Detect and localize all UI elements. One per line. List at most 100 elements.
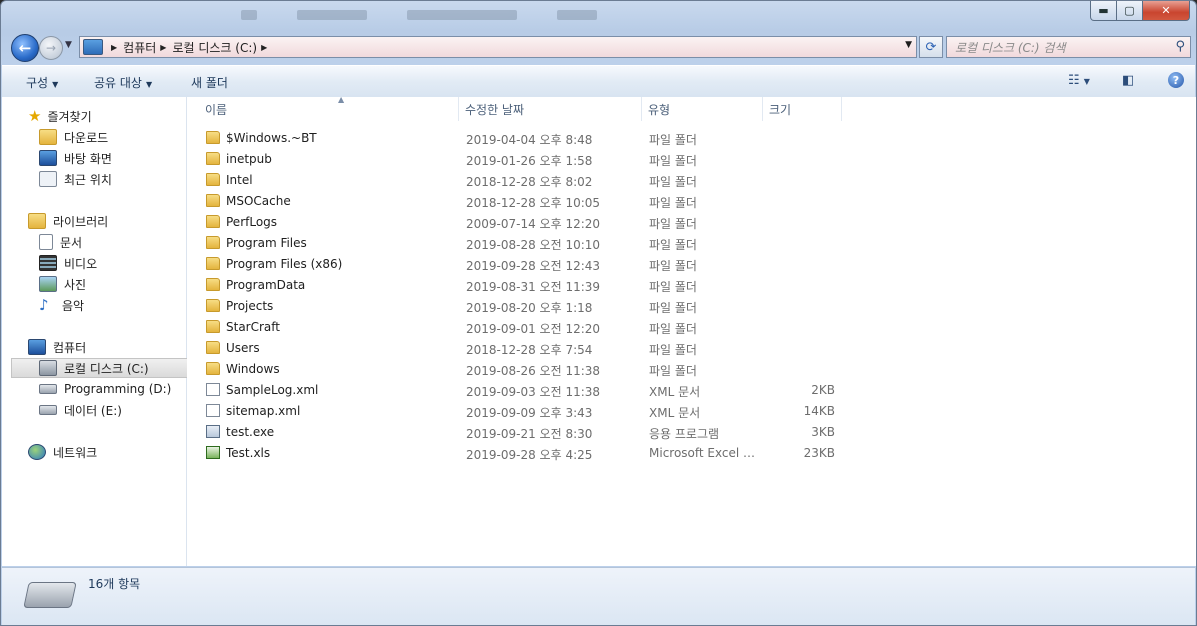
arrow-right-icon: → — [45, 41, 57, 55]
breadcrumb-local-disk[interactable]: 로컬 디스크 (C:) — [172, 39, 257, 56]
file-name: sitemap.xml — [226, 404, 301, 418]
view-list-icon: ☷ — [1068, 73, 1080, 88]
file-name: Users — [226, 341, 260, 355]
share-with-button[interactable]: 공유 대상 ▼ — [94, 74, 152, 91]
file-type: 파일 폴더 — [649, 175, 697, 189]
sidebar-item-programming-d[interactable]: Programming (D:) — [39, 379, 185, 399]
file-name: Intel — [226, 173, 253, 187]
sidebar-item-label: Programming (D:) — [64, 382, 172, 396]
sidebar-item-downloads[interactable]: 다운로드 — [39, 127, 179, 147]
table-row[interactable]: StarCraft 2019-09-01 오전 12:20 파일 폴더 — [199, 317, 849, 338]
computer-icon — [28, 339, 46, 355]
address-dropdown-icon[interactable]: ▼ — [905, 40, 912, 50]
table-row[interactable]: Windows 2019-08-26 오전 11:38 파일 폴더 — [199, 359, 849, 380]
column-header-modified[interactable]: 수정한 날짜 — [459, 97, 642, 121]
breadcrumb-separator-icon[interactable]: ▶ — [111, 43, 117, 52]
file-name: StarCraft — [226, 320, 280, 334]
exe-file-icon — [206, 425, 220, 438]
column-header-type[interactable]: 유형 — [642, 97, 763, 121]
table-row[interactable]: sitemap.xml 2019-09-09 오후 3:43 XML 문서 14KB — [199, 401, 849, 422]
column-header-size[interactable]: 크기 — [763, 97, 842, 121]
folder-icon — [206, 362, 220, 375]
sidebar-item-label: 비디오 — [64, 256, 98, 271]
help-button[interactable]: ? — [1168, 72, 1184, 88]
file-size: 2KB — [811, 383, 835, 397]
chevron-down-icon: ▼ — [1083, 77, 1090, 86]
table-row[interactable]: SampleLog.xml 2019-09-03 오전 11:38 XML 문서 2K… — [199, 380, 849, 401]
search-icon[interactable]: ⚲ — [1175, 39, 1185, 54]
close-button[interactable]: ✕ — [1143, 1, 1190, 21]
sidebar-item-local-disk-c[interactable]: 로컬 디스크 (C:) — [11, 358, 194, 378]
organize-button[interactable]: 구성 ▼ — [26, 74, 58, 91]
file-name: ProgramData — [226, 278, 306, 292]
document-icon — [39, 234, 53, 250]
file-modified-date: 2018-12-28 오후 10:05 — [466, 196, 601, 210]
title-bar[interactable]: ▬ ▢ ✕ — [1, 1, 1196, 33]
recent-pages-button[interactable]: ▼ — [65, 40, 72, 50]
sidebar-item-videos[interactable]: 비디오 — [39, 253, 179, 273]
table-row[interactable]: Projects 2019-08-20 오후 1:18 파일 폴더 — [199, 296, 849, 317]
file-name: PerfLogs — [226, 215, 278, 229]
table-row[interactable]: Program Files (x86) 2019-09-28 오전 12:43 파일… — [199, 254, 849, 275]
breadcrumb-separator-icon[interactable]: ▶ — [261, 43, 267, 52]
system-drive-icon — [39, 360, 57, 376]
minimize-button[interactable]: ▬ — [1090, 1, 1117, 21]
file-size: 14KB — [803, 404, 835, 418]
table-row[interactable]: test.exe 2019-09-21 오전 8:30 응용 프로그램 3KB — [199, 422, 849, 443]
column-header-label: 이름 — [205, 102, 228, 117]
sidebar-item-desktop[interactable]: 바탕 화면 — [39, 148, 179, 168]
table-row[interactable]: inetpub 2019-01-26 오후 1:58 파일 폴더 — [199, 149, 849, 170]
sidebar-item-label: 최근 위치 — [64, 172, 112, 187]
folder-icon — [206, 320, 220, 333]
sidebar-item-recent-places[interactable]: 최근 위치 — [39, 169, 179, 189]
table-row[interactable]: Test.xls 2019-09-28 오후 4:25 Microsoft Exce… — [199, 443, 849, 464]
sidebar-item-music[interactable]: ♪ 음악 — [39, 295, 179, 315]
breadcrumb-separator-icon[interactable]: ▶ — [160, 43, 166, 52]
folder-icon — [206, 278, 220, 291]
recent-places-icon — [39, 171, 57, 187]
refresh-button[interactable]: ⟳ — [919, 36, 943, 58]
sidebar-item-documents[interactable]: 문서 — [39, 232, 179, 252]
sidebar-group-favorites[interactable]: ★ 즐겨찾기 — [28, 106, 178, 126]
back-button[interactable]: ← — [11, 34, 39, 62]
sidebar-item-label: 문서 — [60, 235, 83, 250]
table-row[interactable]: MSOCache 2018-12-28 오후 10:05 파일 폴더 — [199, 191, 849, 212]
search-input[interactable]: 로컬 디스크 (C:) 검색 ⚲ — [946, 36, 1191, 58]
preview-pane-button[interactable]: ◧ — [1122, 73, 1134, 88]
sidebar-group-computer[interactable]: 컴퓨터 — [28, 337, 178, 357]
file-name: Program Files (x86) — [226, 257, 343, 271]
download-folder-icon — [39, 129, 57, 145]
forward-button[interactable]: → — [39, 36, 63, 60]
table-row[interactable]: ProgramData 2019-08-31 오전 11:39 파일 폴더 — [199, 275, 849, 296]
table-row[interactable]: Users 2018-12-28 오후 7:54 파일 폴더 — [199, 338, 849, 359]
sidebar-item-data-e[interactable]: 데이터 (E:) — [39, 400, 185, 420]
file-modified-date: 2019-09-03 오전 11:38 — [466, 385, 601, 399]
breadcrumb-computer[interactable]: 컴퓨터 — [123, 39, 156, 56]
drive-large-icon — [23, 582, 77, 608]
share-label: 공유 대상 — [94, 76, 142, 90]
sort-ascending-icon: ▲ — [338, 95, 345, 104]
navigation-bar: ← → ▼ ▶ 컴퓨터 ▶ 로컬 디스크 (C:) ▶ ▼ ⟳ 로컬 디스크 (… — [9, 34, 1191, 62]
file-modified-date: 2019-08-26 오전 11:38 — [466, 364, 601, 378]
sidebar-group-label: 즐겨찾기 — [47, 109, 92, 124]
sidebar-item-label: 로컬 디스크 (C:) — [64, 361, 149, 376]
table-row[interactable]: $Windows.~BT 2019-04-04 오후 8:48 파일 폴더 — [199, 128, 849, 149]
file-name: MSOCache — [226, 194, 291, 208]
breadcrumb: ▶ 컴퓨터 ▶ 로컬 디스크 (C:) ▶ — [107, 39, 273, 56]
sidebar-item-pictures[interactable]: 사진 — [39, 274, 179, 294]
file-name: Windows — [226, 362, 280, 376]
table-row[interactable]: Program Files 2019-08-28 오전 10:10 파일 폴더 — [199, 233, 849, 254]
maximize-button[interactable]: ▢ — [1117, 1, 1143, 21]
folder-icon — [206, 236, 220, 249]
folder-icon — [206, 173, 220, 186]
table-row[interactable]: PerfLogs 2009-07-14 오후 12:20 파일 폴더 — [199, 212, 849, 233]
column-header-name[interactable]: 이름 ▲ — [199, 95, 459, 121]
new-folder-button[interactable]: 새 폴더 — [191, 74, 228, 91]
table-row[interactable]: Intel 2018-12-28 오후 8:02 파일 폴더 — [199, 170, 849, 191]
address-bar[interactable]: ▶ 컴퓨터 ▶ 로컬 디스크 (C:) ▶ ▼ — [79, 36, 917, 58]
view-options-button[interactable]: ☷ ▼ — [1068, 73, 1090, 88]
item-count: 16개 항목 — [88, 577, 141, 591]
xml-file-icon — [206, 383, 220, 396]
sidebar-group-libraries[interactable]: 라이브러리 — [28, 211, 178, 231]
sidebar-group-network[interactable]: 네트워크 — [28, 442, 178, 462]
